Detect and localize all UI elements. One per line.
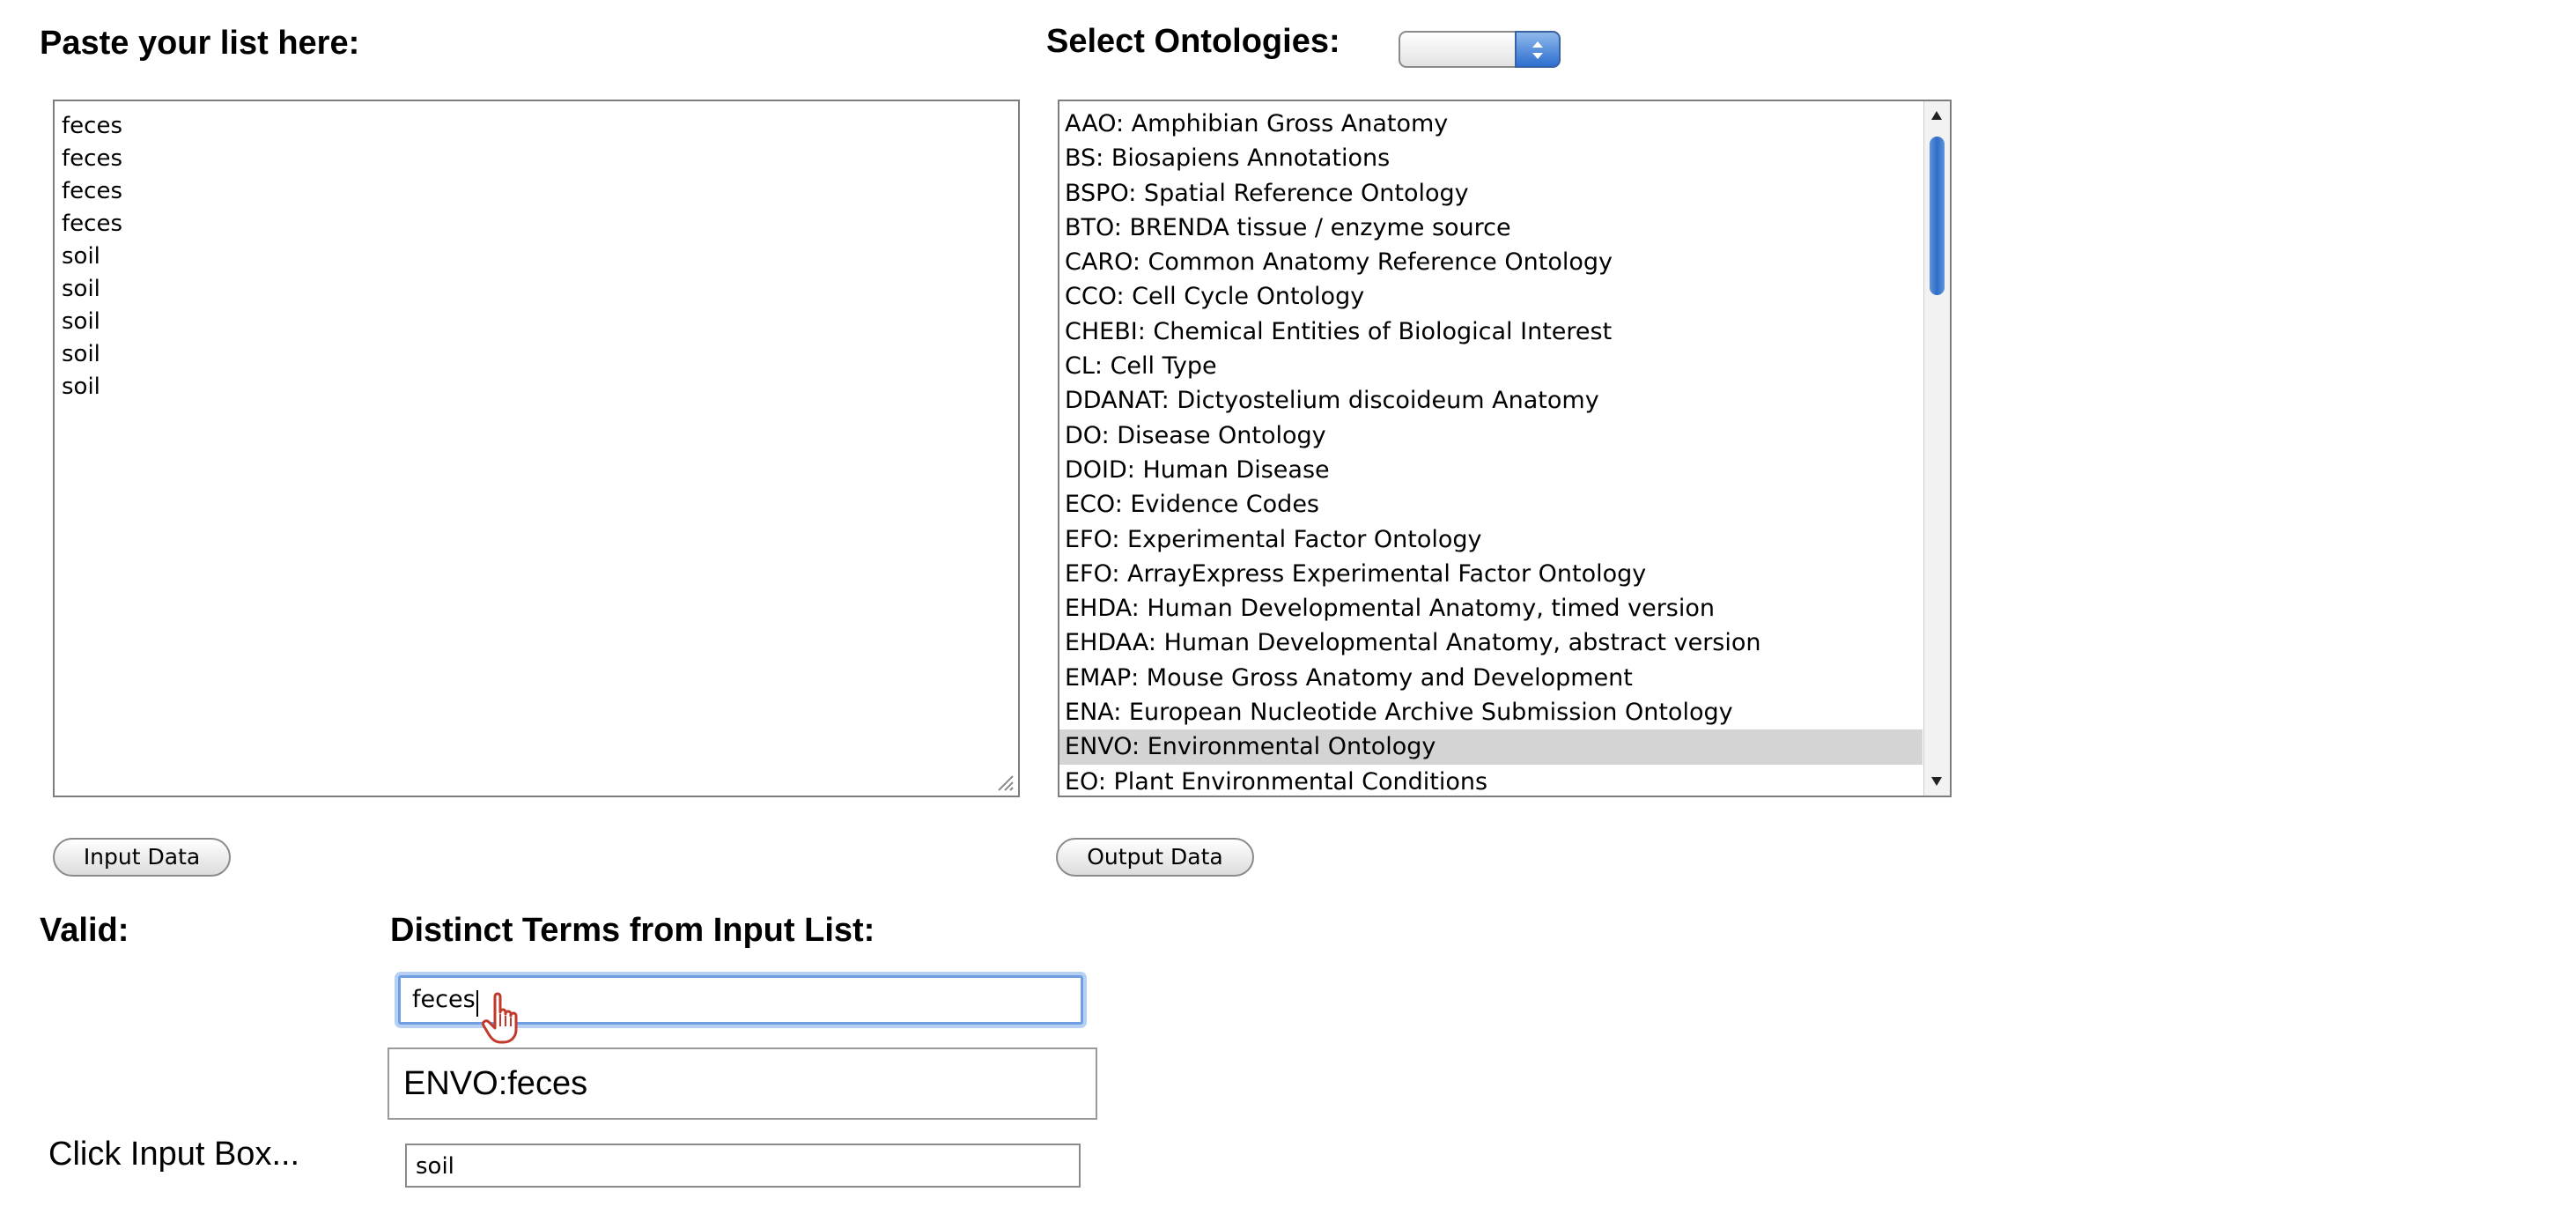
paste-list-line: soil [62, 341, 100, 367]
ontology-select-dropdown[interactable] [1399, 31, 1561, 68]
scroll-thumb[interactable] [1930, 137, 1945, 295]
ontology-option[interactable]: DO: Disease Ontology [1059, 418, 1923, 453]
ontology-option[interactable]: CARO: Common Anatomy Reference Ontology [1059, 245, 1923, 279]
paste-list-line: feces [62, 113, 122, 139]
soil-term-value: soil [416, 1153, 454, 1180]
paste-list-textarea[interactable]: feces feces feces feces soil soil soil soil soil [53, 100, 1020, 797]
ontology-option[interactable]: ENVO: Environmental Ontology [1059, 729, 1923, 765]
paste-list-line: feces [62, 211, 122, 237]
paste-list-line: feces [62, 145, 122, 172]
paste-list-line: soil [62, 374, 100, 400]
ontology-option[interactable]: ECO: Evidence Codes [1059, 487, 1923, 522]
paste-list-line: soil [62, 243, 100, 270]
ontology-scrollbar[interactable] [1923, 101, 1950, 796]
ontology-option[interactable]: AAO: Amphibian Gross Anatomy [1059, 107, 1923, 141]
click-input-box-hint: Click Input Box... [48, 1136, 300, 1173]
paste-list-lines: feces feces feces feces soil soil soil soil soil [62, 110, 1011, 403]
ontology-option[interactable]: ENA: European Nucleotide Archive Submiss… [1059, 695, 1923, 729]
up-down-arrows-icon [1515, 31, 1561, 68]
ontology-option[interactable]: EFO: Experimental Factor Ontology [1059, 522, 1923, 557]
ontology-option[interactable]: CCO: Cell Cycle Ontology [1059, 279, 1923, 314]
ontology-listbox[interactable]: AAO: Amphibian Gross Anatomy BS: Biosapie… [1058, 100, 1952, 797]
distinct-term-value: feces [412, 986, 476, 1013]
hand-pointer-icon [482, 992, 518, 1044]
autocomplete-suggestion[interactable]: ENVO:feces [388, 1047, 1097, 1120]
ontology-option[interactable]: BTO: BRENDA tissue / enzyme source [1059, 211, 1923, 245]
scroll-down-arrow-icon[interactable] [1930, 776, 1943, 787]
ontology-option[interactable]: EFO: ArrayExpress Experimental Factor On… [1059, 557, 1923, 591]
ontology-option[interactable]: EHDAA: Human Developmental Anatomy, abst… [1059, 626, 1923, 660]
scroll-up-arrow-icon[interactable] [1930, 110, 1943, 121]
output-data-button[interactable]: Output Data [1056, 838, 1254, 877]
ontology-option[interactable]: EHDA: Human Developmental Anatomy, timed… [1059, 591, 1923, 626]
ontology-option[interactable]: BSPO: Spatial Reference Ontology [1059, 176, 1923, 211]
ontology-option[interactable]: EO: Plant Environmental Conditions [1059, 765, 1923, 796]
distinct-terms-heading: Distinct Terms from Input List: [390, 912, 875, 949]
paste-list-line: soil [62, 308, 100, 335]
soil-term-input[interactable]: soil [405, 1144, 1081, 1188]
paste-list-line: feces [62, 178, 122, 204]
valid-heading: Valid: [40, 912, 129, 949]
ontology-option[interactable]: DOID: Human Disease [1059, 453, 1923, 487]
ontology-option[interactable]: DDANAT: Dictyostelium discoideum Anatomy [1059, 383, 1923, 418]
ontology-option[interactable]: EMAP: Mouse Gross Anatomy and Developmen… [1059, 661, 1923, 695]
ontology-option[interactable]: CL: Cell Type [1059, 349, 1923, 383]
ontology-options: AAO: Amphibian Gross Anatomy BS: Biosapie… [1059, 107, 1923, 796]
select-ontologies-heading: Select Ontologies: [1046, 23, 1340, 60]
ontology-option[interactable]: CHEBI: Chemical Entities of Biological I… [1059, 315, 1923, 349]
resize-grip-icon[interactable] [995, 773, 1015, 792]
text-caret [476, 989, 478, 1017]
input-data-button[interactable]: Input Data [53, 838, 231, 877]
paste-list-heading: Paste your list here: [40, 25, 360, 62]
ontology-option[interactable]: BS: Biosapiens Annotations [1059, 141, 1923, 175]
paste-list-line: soil [62, 276, 100, 302]
